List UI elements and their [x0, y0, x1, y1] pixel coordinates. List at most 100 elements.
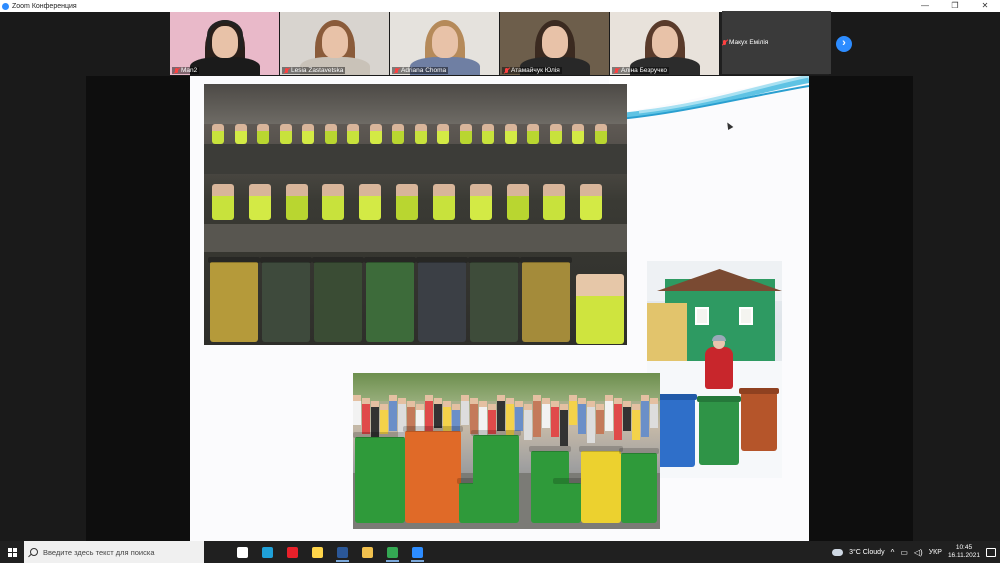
worker-figure [212, 124, 224, 144]
notifications-icon[interactable] [986, 547, 996, 557]
worker-figure [437, 124, 449, 144]
waste-bin [520, 257, 572, 342]
bin-lid [529, 446, 571, 452]
weather-text[interactable]: 3°C Cloudy [849, 549, 884, 556]
worker-figure [392, 124, 404, 144]
participant-gallery: Man2 Lesia Zastavetska Adriana Choma Атамай… [170, 11, 831, 75]
bin-lid [471, 430, 521, 436]
crowd-figure [650, 398, 658, 428]
muted-mic-icon [504, 67, 509, 74]
mouse-cursor [724, 120, 734, 131]
waste-bin [312, 257, 364, 342]
crowd-figure [515, 401, 523, 431]
close-button[interactable]: ✕ [970, 0, 1000, 12]
worker-figure [285, 184, 308, 220]
participant-name-label: Атамайчук Юлія [502, 67, 562, 74]
worker-figure [504, 124, 517, 144]
window-title: Zoom Конференция [12, 2, 77, 10]
participant-video-tile[interactable]: Атамайчук Юлія [500, 12, 609, 75]
waste-bin [260, 257, 312, 342]
crowd-figure [362, 398, 370, 434]
task-view-taskbar-button[interactable] [230, 541, 255, 563]
word-taskbar-button[interactable] [330, 541, 355, 563]
participant-video-tile[interactable]: Adriana Choma [390, 12, 499, 75]
participant-name: Макух Емілія [729, 39, 769, 46]
store-taskbar-button[interactable] [305, 541, 330, 563]
participant-name-label: Man2 [172, 67, 200, 74]
participant-body [189, 57, 260, 75]
snow-bins-photo [647, 261, 782, 478]
crowd-figure [641, 395, 649, 437]
waste-bin [468, 257, 520, 342]
crowd-figure [551, 401, 559, 437]
edge-icon [262, 546, 273, 558]
waste-bin [364, 257, 416, 342]
start-button[interactable] [0, 541, 24, 563]
slide-decoration-wave [609, 76, 809, 121]
crowd-figure [353, 395, 361, 425]
participant-face [431, 26, 458, 58]
participant-name-tile[interactable]: Макух ЕміліяМакух Емілія [720, 11, 831, 75]
bin-lid [553, 478, 583, 484]
opera-taskbar-button[interactable] [280, 541, 305, 563]
chrome-taskbar-button[interactable] [380, 541, 405, 563]
clock-date: 16.11.2021 [947, 552, 980, 559]
language-indicator[interactable]: УКР [929, 549, 942, 556]
crowd-figure [380, 404, 388, 434]
worker-figure [576, 274, 624, 344]
worker-figure [543, 184, 566, 220]
street-bins-photo [353, 373, 660, 529]
bin-lid [619, 448, 659, 454]
network-icon[interactable]: ▭ [900, 548, 908, 557]
waste-bin [579, 446, 623, 523]
waste-bin [403, 426, 463, 523]
worker-figure [572, 124, 584, 144]
bin-lid [208, 257, 260, 263]
crowd-figure [497, 395, 505, 431]
crowd-figure [389, 395, 397, 431]
restore-button[interactable]: ❐ [940, 0, 970, 12]
crowd-figure [560, 404, 568, 446]
minimize-button[interactable]: — [910, 0, 940, 12]
volume-icon[interactable]: ◁) [914, 548, 923, 557]
explorer-icon [362, 546, 373, 558]
clock-time: 10:45 [955, 544, 973, 551]
bin-lid [416, 257, 468, 263]
sorting-facility-photo [204, 84, 627, 345]
system-tray: 3°C Cloudy ^ ▭ ◁) УКР 10:45 16.11.2021 [832, 541, 1000, 563]
crowd-figure [569, 395, 577, 425]
worker-figure [432, 184, 455, 220]
presentation-slide [190, 76, 809, 541]
participant-video-tile[interactable]: Аліна Безручко [610, 12, 719, 75]
bin-lid [364, 257, 416, 263]
participant-video-tile[interactable]: Man2 [170, 12, 279, 75]
participant-video-tile[interactable]: Lesia Zastavetska [280, 12, 389, 75]
clock[interactable]: 10:45 16.11.2021 [948, 544, 980, 560]
zoom-taskbar-button[interactable] [405, 541, 430, 563]
opera-icon [287, 546, 298, 558]
crowd-figure [470, 398, 478, 434]
crowd-figure [596, 404, 604, 434]
participant-name: Аліна Безручко [621, 67, 668, 74]
taskbar-search-box[interactable]: Введите здесь текст для поиска [24, 541, 204, 563]
crowd-figure [461, 395, 469, 425]
crowd-figure [605, 395, 613, 431]
crowd-figure [623, 401, 631, 431]
explorer-taskbar-button[interactable] [355, 541, 380, 563]
worker-figure [324, 124, 337, 144]
worker-figure [506, 184, 529, 220]
chevron-up-icon[interactable]: ^ [891, 548, 895, 557]
window-controls: — ❐ ✕ [910, 0, 1000, 12]
next-page-button[interactable]: › [836, 36, 852, 52]
bin-lid [468, 257, 520, 263]
worker-figure [549, 124, 562, 144]
window-titlebar: Zoom Конференция — ❐ ✕ [0, 0, 1000, 12]
crowd-figure [434, 398, 442, 428]
participant-face [651, 26, 678, 58]
participant-name: Adriana Choma [401, 67, 447, 74]
muted-mic-icon [174, 67, 179, 74]
bin-lid [579, 446, 623, 452]
waste-bin [619, 448, 659, 523]
task-view-icon [237, 546, 248, 558]
edge-taskbar-button[interactable] [255, 541, 280, 563]
